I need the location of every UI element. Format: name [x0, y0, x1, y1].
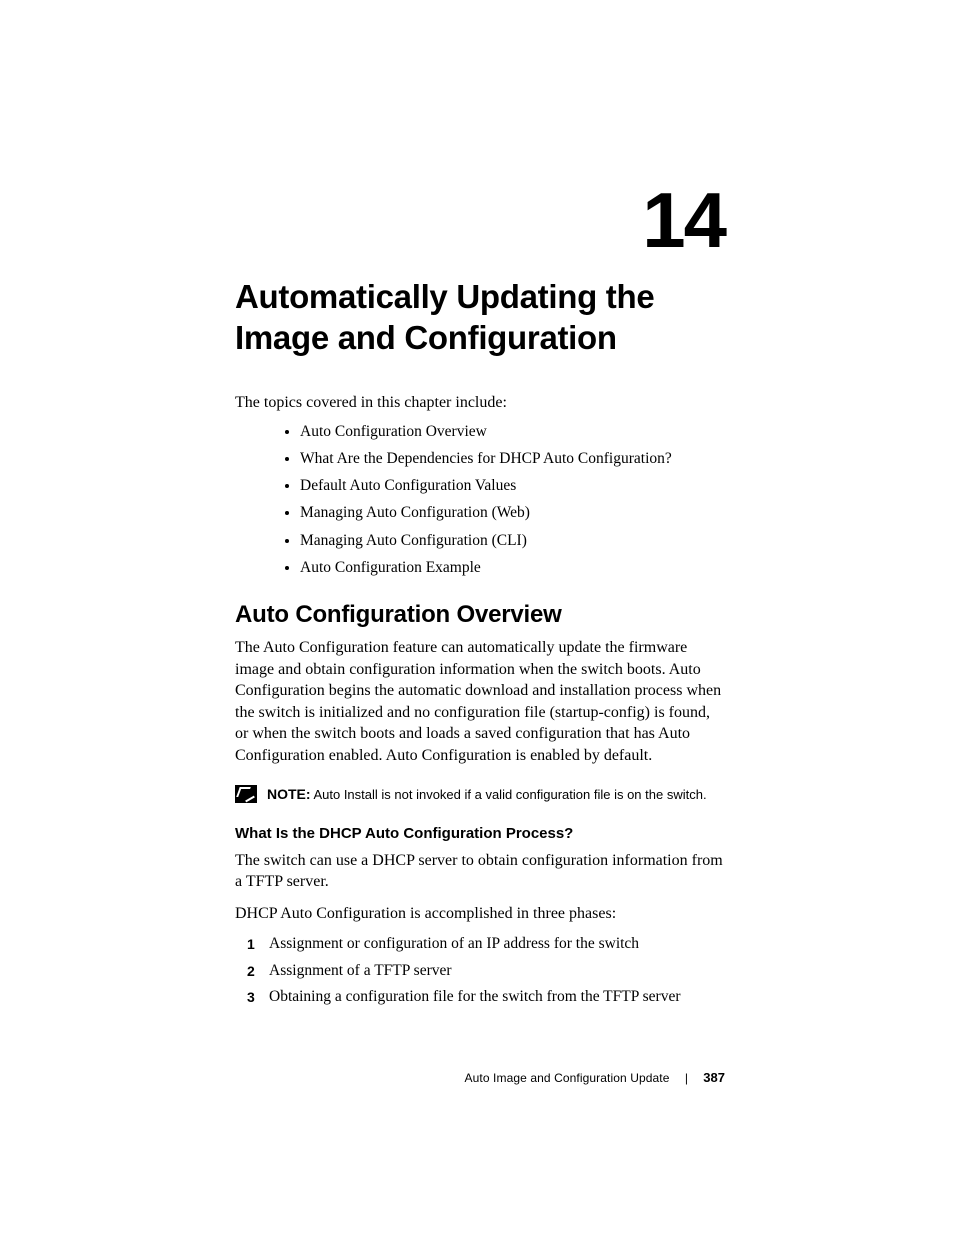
- subsection-heading: What Is the DHCP Auto Configuration Proc…: [235, 825, 725, 842]
- section-heading: Auto Configuration Overview: [235, 601, 725, 629]
- phase-list: Assignment or configuration of an IP add…: [235, 932, 725, 1008]
- intro-text: The topics covered in this chapter inclu…: [235, 394, 725, 412]
- list-item: Auto Configuration Overview: [300, 420, 725, 443]
- footer-separator: |: [685, 1071, 688, 1085]
- list-item: What Are the Dependencies for DHCP Auto …: [300, 447, 725, 470]
- list-item: Default Auto Configuration Values: [300, 474, 725, 497]
- subsection-p1: The switch can use a DHCP server to obta…: [235, 850, 725, 893]
- list-item: Assignment or configuration of an IP add…: [269, 932, 725, 955]
- list-item: Obtaining a configuration file for the s…: [269, 985, 725, 1008]
- note-label: NOTE:: [267, 786, 311, 802]
- chapter-title: Automatically Updating the Image and Con…: [235, 276, 725, 359]
- chapter-number: 14: [235, 175, 725, 266]
- list-item: Assignment of a TFTP server: [269, 959, 725, 982]
- page-content: 14 Automatically Updating the Image and …: [235, 175, 725, 1011]
- topic-list: Auto Configuration Overview What Are the…: [235, 420, 725, 580]
- note-block: NOTE: Auto Install is not invoked if a v…: [235, 785, 725, 803]
- footer-page-number: 387: [703, 1070, 725, 1085]
- note-body: Auto Install is not invoked if a valid c…: [313, 787, 706, 802]
- section-body: The Auto Configuration feature can autom…: [235, 637, 725, 767]
- list-item: Managing Auto Configuration (CLI): [300, 529, 725, 552]
- list-item: Auto Configuration Example: [300, 556, 725, 579]
- note-icon: [235, 785, 257, 803]
- subsection-p2: DHCP Auto Configuration is accomplished …: [235, 903, 725, 925]
- note-text: NOTE: Auto Install is not invoked if a v…: [267, 786, 707, 802]
- list-item: Managing Auto Configuration (Web): [300, 501, 725, 524]
- footer-section-title: Auto Image and Configuration Update: [465, 1071, 670, 1085]
- page-footer: Auto Image and Configuration Update | 38…: [235, 1070, 725, 1085]
